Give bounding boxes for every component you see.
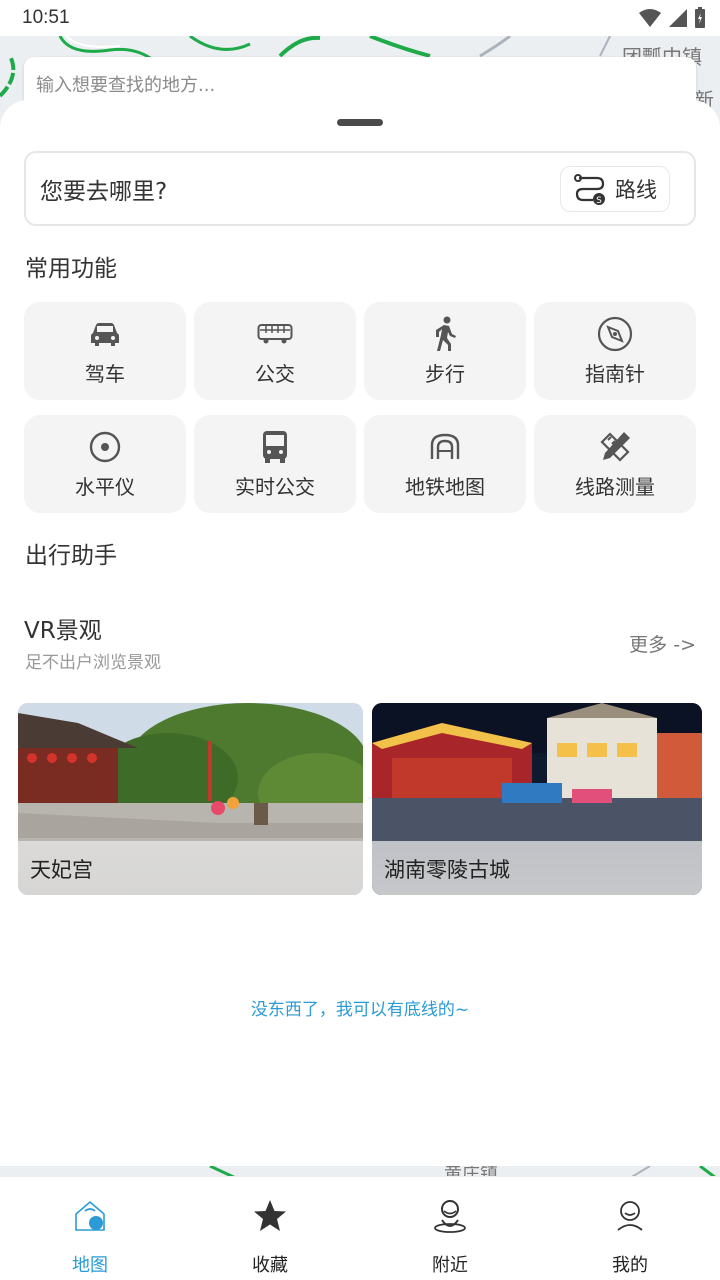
tab-map[interactable]: 地图 (0, 1177, 180, 1280)
status-icons (638, 7, 706, 29)
vr-card-lingling-ancient-city[interactable]: 湖南零陵古城 (372, 703, 702, 895)
route-button[interactable]: S 路线 (560, 165, 670, 212)
ruler-pencil-icon (600, 431, 630, 462)
level-icon (89, 431, 121, 462)
tile-label: 步行 (425, 361, 465, 386)
bus-side-icon (257, 323, 293, 343)
cell-signal-icon (669, 9, 687, 27)
end-of-list-note: 没东西了，我可以有底线的~ (250, 1000, 470, 1020)
vr-card-tianfei-palace[interactable]: 天妃宫 (18, 703, 363, 895)
tile-label: 水平仪 (75, 474, 135, 499)
tile-subway-map[interactable]: 地铁地图 (364, 415, 526, 513)
tile-label: 实时公交 (235, 474, 315, 499)
vr-card-label: 天妃宫 (18, 841, 363, 895)
star-icon (254, 1200, 286, 1231)
search-placeholder: 输入想要查找的地方... (36, 75, 216, 96)
tab-label: 收藏 (252, 1255, 288, 1276)
tab-profile[interactable]: 我的 (540, 1177, 720, 1280)
tile-walk[interactable]: 步行 (364, 302, 526, 400)
tab-label: 附近 (432, 1255, 468, 1276)
vr-section-title: VR景观 (24, 618, 102, 644)
svg-text:S: S (596, 196, 602, 206)
car-icon (91, 322, 119, 346)
tile-label: 地铁地图 (405, 474, 485, 499)
bus-front-icon (263, 430, 287, 463)
profile-icon (617, 1201, 643, 1231)
tile-drive[interactable]: 驾车 (24, 302, 186, 400)
subway-icon (430, 433, 460, 459)
vr-section-subtitle: 足不出户浏览景观 (25, 653, 161, 673)
tile-label: 驾车 (85, 361, 125, 386)
travel-assistant-title: 出行助手 (25, 543, 117, 569)
route-button-label: 路线 (615, 177, 657, 202)
tab-nearby[interactable]: 附近 (360, 1177, 540, 1280)
bottom-sheet: 您要去哪里? S 路线 常用功能 驾车 公交 步行 指南针 水平仪 实时公交 地… (0, 100, 720, 1166)
tile-realtime-bus[interactable]: 实时公交 (194, 415, 356, 513)
status-time: 10:51 (22, 7, 70, 28)
tile-route-measure[interactable]: 线路测量 (534, 415, 696, 513)
map-home-icon (75, 1200, 105, 1231)
sheet-drag-handle[interactable] (337, 119, 383, 126)
wifi-icon (639, 9, 661, 27)
route-icon: S (574, 173, 605, 206)
tab-label: 地图 (72, 1255, 108, 1276)
tile-level[interactable]: 水平仪 (24, 415, 186, 513)
tile-label: 线路测量 (575, 474, 655, 499)
tile-label: 指南针 (585, 361, 645, 386)
destination-input[interactable]: 您要去哪里? S 路线 (24, 151, 696, 226)
vr-more-link[interactable]: 更多 -> (629, 630, 696, 657)
tab-label: 我的 (612, 1255, 648, 1276)
tile-compass[interactable]: 指南针 (534, 302, 696, 400)
tile-label: 公交 (255, 361, 295, 386)
compass-icon (597, 316, 633, 351)
battery-icon (695, 7, 705, 28)
destination-prompt: 您要去哪里? (40, 178, 168, 205)
tab-favorites[interactable]: 收藏 (180, 1177, 360, 1280)
vr-card-label: 湖南零陵古城 (372, 841, 702, 895)
bottom-tab-bar: 地图 收藏 附近 我的 (0, 1176, 720, 1280)
common-functions-title: 常用功能 (25, 256, 117, 282)
status-bar: 10:51 (0, 0, 720, 36)
tile-bus[interactable]: 公交 (194, 302, 356, 400)
nearby-person-icon (434, 1200, 466, 1233)
walk-icon (436, 316, 456, 351)
